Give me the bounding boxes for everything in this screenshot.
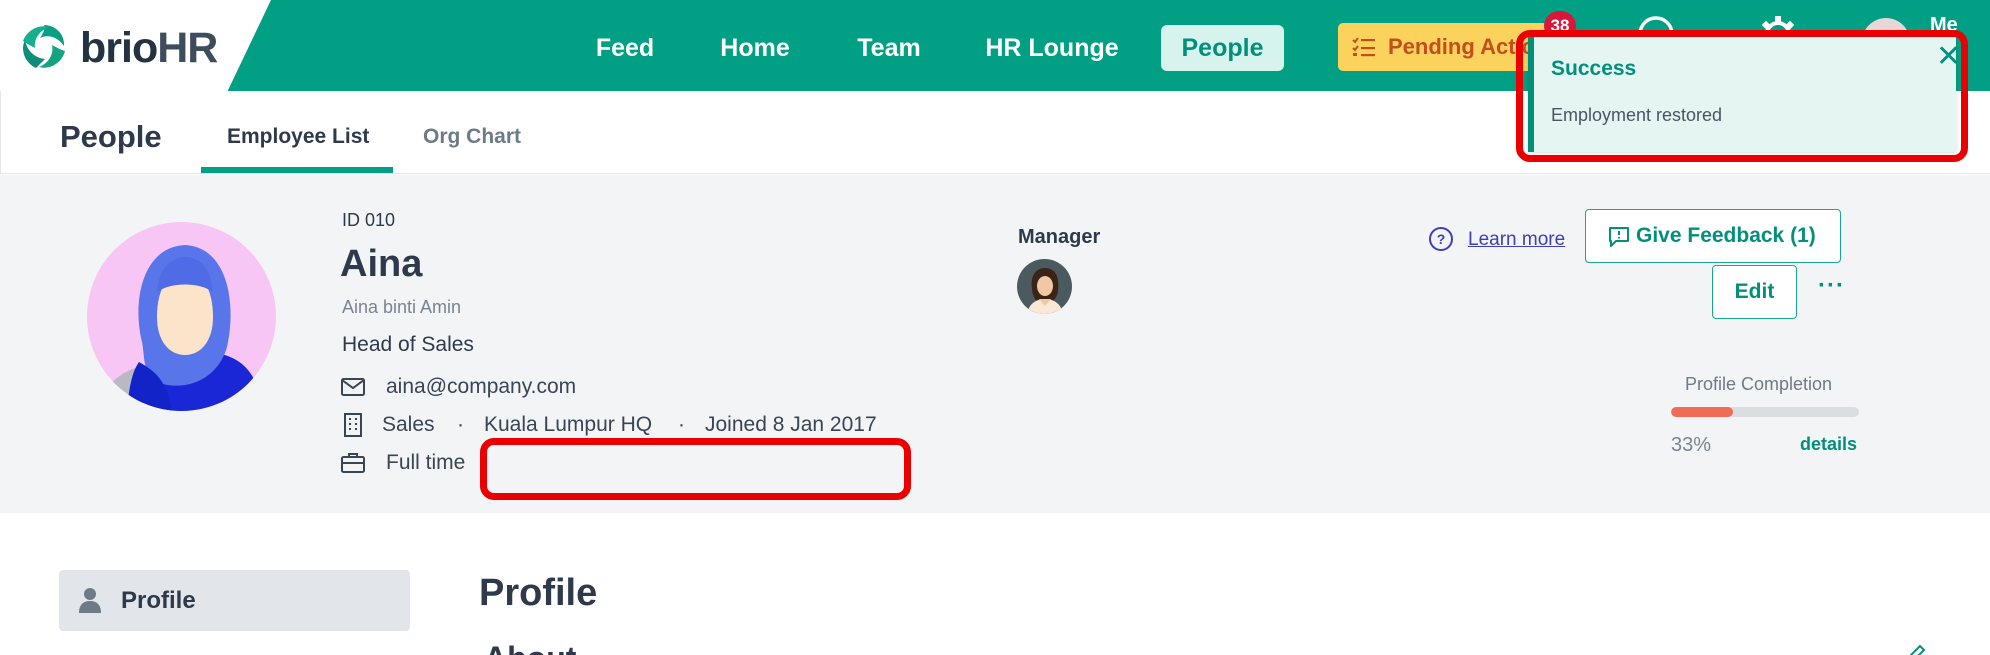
employment-type: Full time bbox=[386, 451, 466, 474]
logo-hr-text: HR bbox=[157, 24, 218, 72]
employee-location: Kuala Lumpur HQ bbox=[484, 413, 653, 436]
employee-department: Sales bbox=[382, 413, 435, 436]
logo-brio-text: brio bbox=[80, 24, 158, 72]
pencil-icon[interactable] bbox=[1905, 643, 1927, 655]
logo-wordmark: brioHR bbox=[80, 24, 218, 73]
nav-people[interactable]: People bbox=[1161, 25, 1284, 71]
employee-job-title: Head of Sales bbox=[342, 333, 474, 356]
profile-completion-percent: 33% bbox=[1671, 434, 1712, 456]
separator-dot: · bbox=[678, 413, 685, 436]
employee-profile-header: ID 010 Aina Aina binti Amin Head of Sale… bbox=[0, 175, 1990, 513]
section-title: Profile bbox=[479, 572, 598, 614]
sidebar-item-label: Profile bbox=[121, 587, 196, 614]
highlight-box-toast bbox=[1516, 30, 1968, 162]
question-circle-icon: ? bbox=[1429, 227, 1453, 251]
feedback-icon bbox=[1609, 227, 1629, 247]
employee-email[interactable]: aina@company.com bbox=[386, 375, 576, 399]
page-title: People bbox=[60, 119, 162, 154]
employee-name: Aina bbox=[340, 243, 423, 285]
separator-dot: · bbox=[457, 413, 464, 436]
pending-actions-label: Pending Actio bbox=[1388, 34, 1536, 59]
profile-completion-label: Profile Completion bbox=[1685, 374, 1833, 394]
briohr-logo-icon bbox=[20, 23, 68, 71]
employee-join-date: Joined 8 Jan 2017 bbox=[705, 413, 877, 436]
edit-profile-button[interactable]: Edit bbox=[1712, 265, 1797, 319]
profile-completion-bar bbox=[1671, 407, 1859, 417]
building-icon bbox=[344, 413, 362, 437]
give-feedback-button[interactable]: Give Feedback (1) bbox=[1585, 209, 1841, 263]
tab-employee-list[interactable]: Employee List bbox=[227, 125, 369, 149]
employee-id: ID 010 bbox=[342, 210, 396, 230]
tab-org-chart[interactable]: Org Chart bbox=[423, 125, 521, 149]
profile-completion-details-link[interactable]: details bbox=[1800, 434, 1857, 455]
sidebar-item-profile[interactable]: Profile bbox=[59, 570, 410, 631]
manager-avatar[interactable] bbox=[1017, 259, 1072, 314]
person-icon bbox=[79, 588, 101, 613]
employee-full-name: Aina binti Amin bbox=[342, 297, 462, 317]
more-options-icon[interactable]: ··· bbox=[1818, 272, 1845, 300]
active-tab-indicator bbox=[201, 167, 393, 173]
highlight-box-empty-field bbox=[480, 438, 911, 500]
employee-avatar[interactable] bbox=[87, 222, 276, 411]
learn-more-label: Learn more bbox=[1468, 229, 1566, 250]
nav-home[interactable]: Home bbox=[712, 25, 798, 71]
mail-icon bbox=[341, 378, 365, 396]
about-subsection-title: About bbox=[484, 640, 576, 655]
svg-text:?: ? bbox=[1437, 231, 1446, 247]
nav-team[interactable]: Team bbox=[848, 25, 930, 71]
give-feedback-label: Give Feedback (1) bbox=[1636, 224, 1816, 247]
checklist-icon bbox=[1352, 37, 1375, 57]
logo-area[interactable]: brioHR bbox=[0, 0, 271, 91]
nav-feed[interactable]: Feed bbox=[588, 25, 662, 71]
profile-completion-fill bbox=[1671, 407, 1734, 417]
briefcase-icon bbox=[341, 453, 365, 473]
nav-hr-lounge[interactable]: HR Lounge bbox=[982, 25, 1122, 71]
manager-label: Manager bbox=[1018, 226, 1101, 248]
